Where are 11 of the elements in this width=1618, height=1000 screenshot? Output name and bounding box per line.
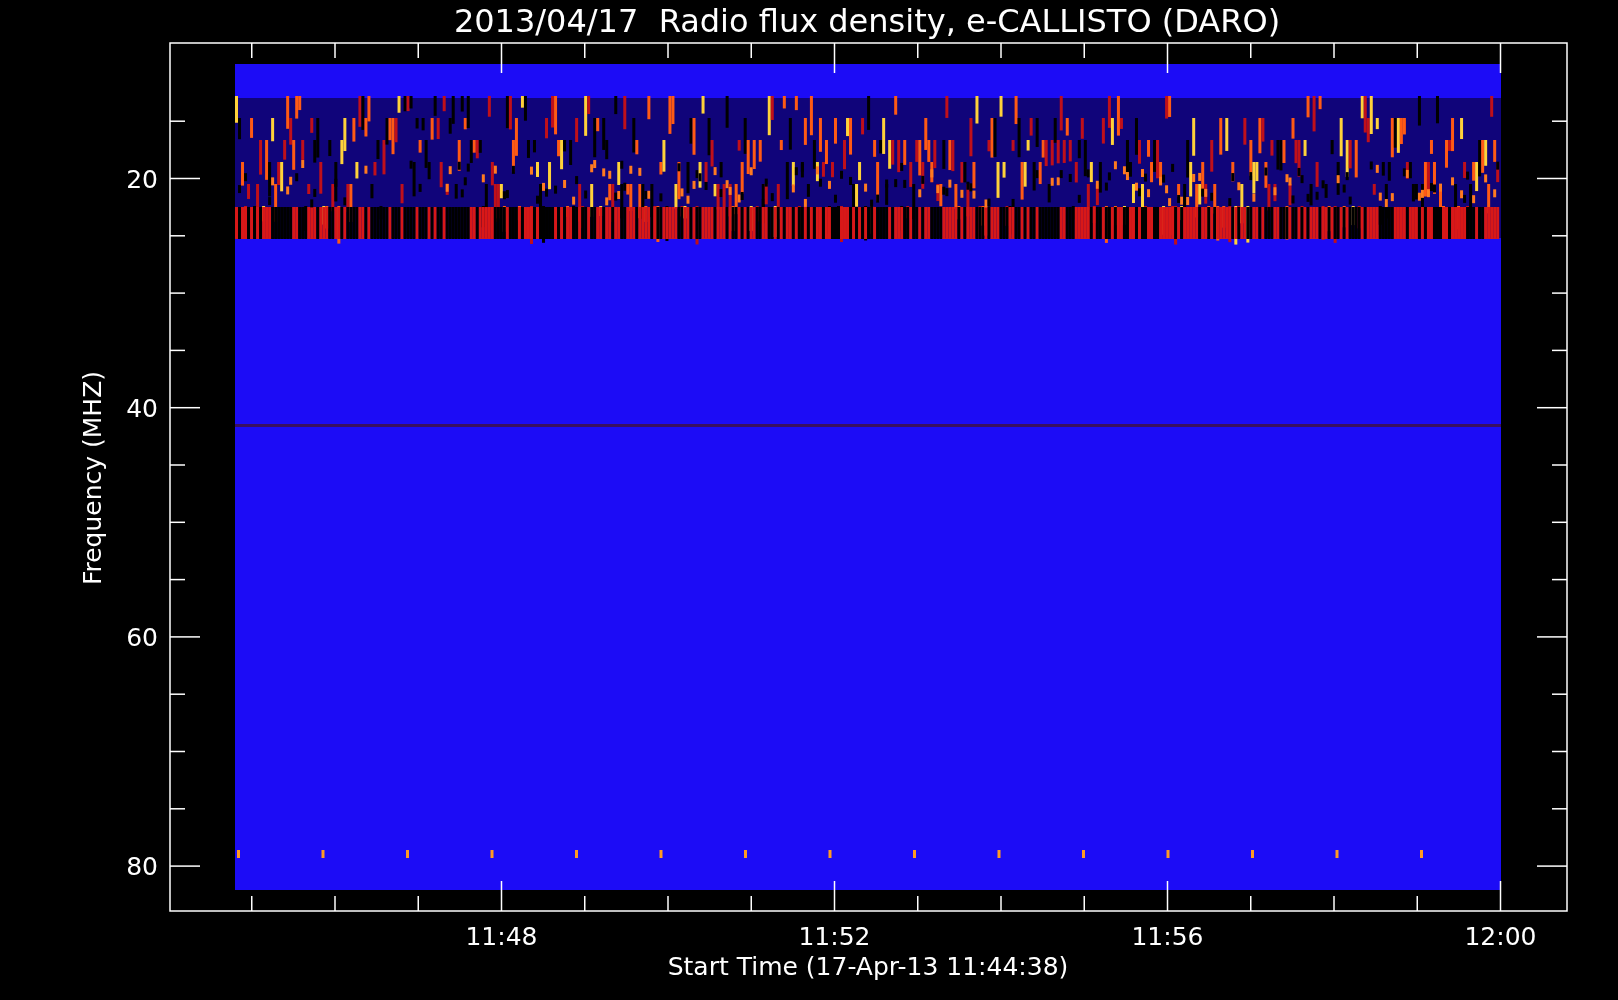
chart-title: 2013/04/17 Radio flux density, e-CALLISTO (DARO): [453, 2, 1281, 40]
y-tick-label: 40: [126, 393, 158, 423]
x-tick-label: 12:00: [1464, 922, 1537, 951]
x-axis-label: Start Time (17-Apr-13 11:44:38): [667, 952, 1069, 981]
x-tick-label: 11:52: [798, 922, 871, 951]
x-tick-label: 11:56: [1131, 922, 1204, 951]
x-tick-label: 11:48: [465, 922, 538, 951]
y-tick-label: 80: [126, 852, 158, 882]
y-tick-label: 20: [126, 164, 158, 194]
y-tick-label: 60: [126, 622, 158, 652]
y-axis-label: Frequency (MHZ): [78, 370, 107, 586]
